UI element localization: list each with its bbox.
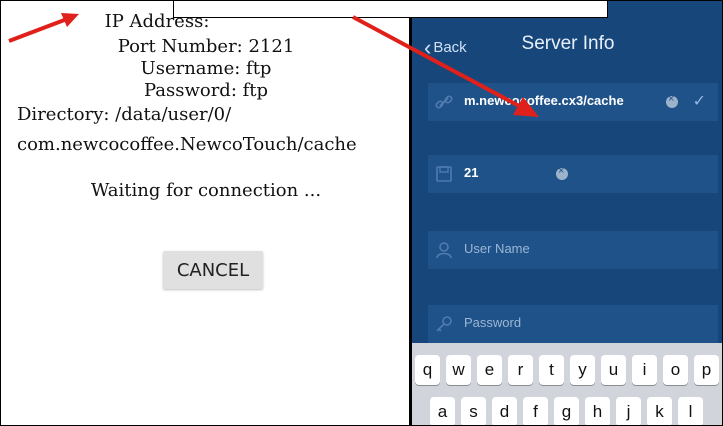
key-f[interactable]: f xyxy=(523,397,548,425)
key-a[interactable]: a xyxy=(430,397,455,425)
clear-port-icon[interactable] xyxy=(556,165,568,180)
username-placeholder: User Name xyxy=(464,241,530,256)
port-field[interactable]: 21 xyxy=(428,155,718,193)
password-text: Password: ftp xyxy=(143,80,269,101)
directory-text-line1: Directory: /data/user/0/ xyxy=(17,104,232,125)
key-p[interactable]: p xyxy=(694,355,719,385)
key-e[interactable]: e xyxy=(477,355,502,385)
key-t[interactable]: t xyxy=(539,355,564,385)
directory-text-line2: com.newcocoffee.NewcoTouch/cache xyxy=(17,134,357,155)
user-icon xyxy=(436,242,452,259)
nav-bar: ‹ Back Server Info xyxy=(412,23,722,69)
password-placeholder: Password xyxy=(464,315,522,330)
page-title: Server Info xyxy=(521,33,615,54)
key-w[interactable]: w xyxy=(446,355,471,385)
cancel-button[interactable]: CANCEL xyxy=(163,251,263,289)
ios-keyboard: q w e r t y u i o p a s d f g h j k l xyxy=(412,343,722,425)
key-d[interactable]: d xyxy=(492,397,517,425)
key-icon xyxy=(436,316,452,332)
key-r[interactable]: r xyxy=(508,355,533,385)
key-h[interactable]: h xyxy=(585,397,610,425)
key-q[interactable]: q xyxy=(415,355,440,385)
key-g[interactable]: g xyxy=(554,397,579,425)
clear-host-icon[interactable] xyxy=(666,93,678,108)
username-field[interactable]: User Name xyxy=(428,231,718,269)
floppy-disk-icon xyxy=(436,166,452,182)
port-value: 21 xyxy=(464,165,479,180)
key-u[interactable]: u xyxy=(601,355,626,385)
connection-status: Waiting for connection ... xyxy=(90,180,322,201)
key-i[interactable]: i xyxy=(632,355,657,385)
checkmark-icon: ✓ xyxy=(692,93,706,110)
android-ftp-panel: IP Address: Port Number: 2121 Username: … xyxy=(1,1,411,425)
port-number-text: Port Number: 2121 xyxy=(117,36,295,57)
key-s[interactable]: s xyxy=(461,397,486,425)
screenshot-frame: IP Address: Port Number: 2121 Username: … xyxy=(0,0,723,426)
host-field[interactable]: m.newcocoffee.cx3/cache ✓ xyxy=(428,83,718,121)
key-o[interactable]: o xyxy=(663,355,688,385)
key-l[interactable]: l xyxy=(678,397,703,425)
link-icon xyxy=(435,95,453,109)
host-value: m.newcocoffee.cx3/cache xyxy=(464,93,624,108)
password-field[interactable]: Password xyxy=(428,305,718,343)
username-text: Username: ftp xyxy=(140,58,272,79)
key-j[interactable]: j xyxy=(616,397,641,425)
overlay-callout-box xyxy=(173,1,608,18)
key-k[interactable]: k xyxy=(647,397,672,425)
key-y[interactable]: y xyxy=(570,355,595,385)
ios-server-info-panel: ‹ Back Server Info m.newcocoffee.cx3/cach… xyxy=(412,1,722,425)
